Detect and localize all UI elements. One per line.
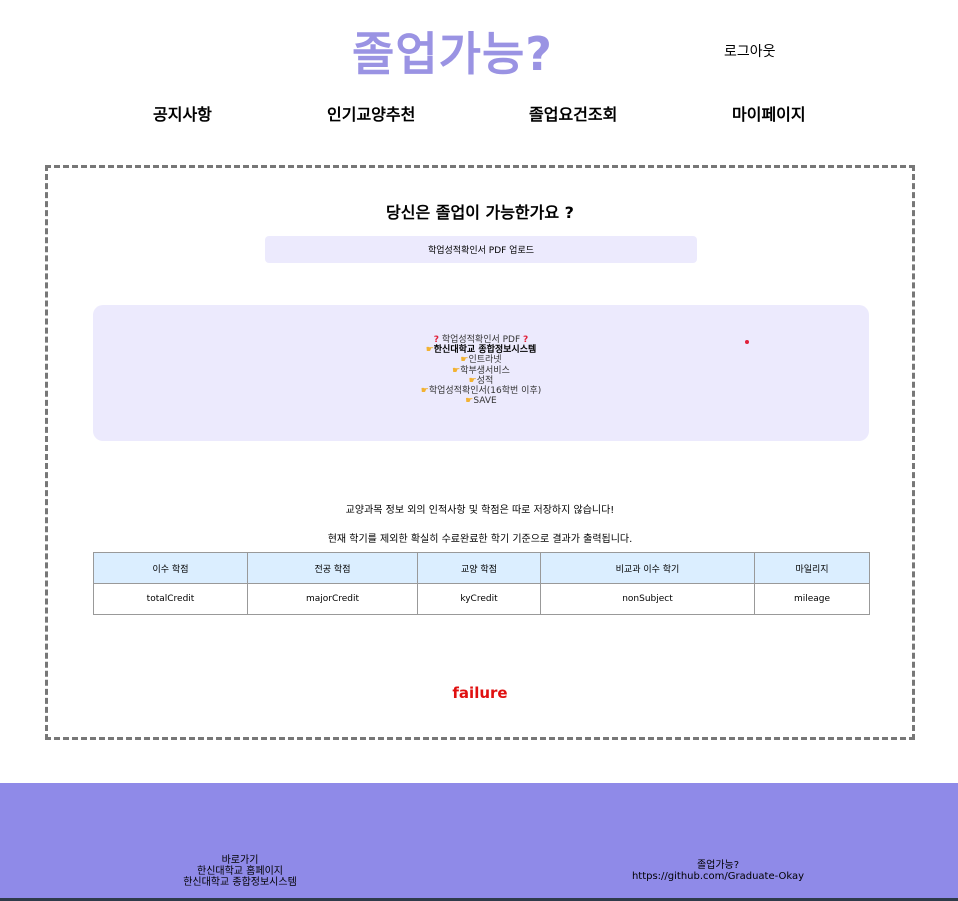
guide-step-label: SAVE	[473, 396, 497, 407]
guide-step: ☛학업성적확인서(16학번 이후)	[93, 386, 869, 396]
table-cell: mileage	[754, 583, 870, 615]
pointing-finger-icon: ☛	[425, 345, 434, 356]
table-cell: nonSubject	[540, 583, 755, 615]
guide-step-label: 학업성적확인서(16학번 이후)	[428, 386, 542, 397]
guide-step-label: 인트라넷	[468, 355, 502, 366]
guide-step: ☛한신대학교 종합정보시스템	[93, 345, 869, 355]
question-mark-icon: ?	[433, 335, 439, 345]
pointing-finger-icon: ☛	[420, 386, 429, 397]
guide-step: ☛학부생서비스	[93, 366, 869, 376]
nav-mypage[interactable]: 마이페이지	[732, 101, 806, 125]
nav-notice[interactable]: 공지사항	[153, 101, 212, 125]
footer-shortcuts: 바로가기 한신대학교 홈페이지 한신대학교 종합정보시스템	[160, 855, 320, 888]
guide-step: ☛성적	[93, 376, 869, 386]
nav-graduation-requirements[interactable]: 졸업요건조회	[529, 101, 617, 125]
guide-title: 학업성적확인서 PDF	[441, 335, 521, 345]
guide-step: ☛SAVE	[93, 396, 869, 406]
logout-link[interactable]: 로그아웃	[724, 41, 776, 61]
table-header-cell: 전공 학점	[247, 552, 418, 584]
main-panel: 당신은 졸업이 가능한가요 ? 학업성적확인서 PDF 업로드 ? 학업성적확인…	[45, 165, 915, 740]
pointing-finger-icon: ☛	[468, 375, 477, 386]
table-header-row: 이수 학점 전공 학점 교양 학점 비교과 이수 학기 마일리지	[93, 552, 870, 584]
result-status: failure	[452, 684, 508, 702]
site-logo[interactable]: 졸업가능?	[352, 18, 553, 84]
question-mark-icon: ?	[523, 335, 529, 345]
table-header-cell: 비교과 이수 학기	[540, 552, 755, 584]
upload-label: 학업성적확인서 PDF 업로드	[427, 246, 535, 256]
footer-project-name: 졸업가능?	[696, 860, 740, 871]
table-cell: kyCredit	[417, 583, 541, 615]
guide-step-label: 한신대학교 종합정보시스템	[433, 345, 537, 356]
guide-step: ☛인트라넷	[93, 355, 869, 365]
table-header-cell: 교양 학점	[417, 552, 541, 584]
footer-project-info: 졸업가능? https://github.com/Graduate-Okay	[618, 860, 818, 882]
page-question: 당신은 졸업이 가능한가요 ?	[386, 203, 574, 222]
guide-step-label: 학부생서비스	[460, 365, 510, 376]
pointing-finger-icon: ☛	[452, 365, 461, 376]
footer-github-link[interactable]: https://github.com/Graduate-Okay	[618, 871, 818, 882]
footer: 바로가기 한신대학교 홈페이지 한신대학교 종합정보시스템 졸업가능? http…	[0, 783, 958, 901]
table-header-cell: 마일리지	[754, 552, 870, 584]
table-cell: majorCredit	[247, 583, 418, 615]
table-row: totalCredit majorCredit kyCredit nonSubj…	[93, 583, 870, 615]
guide-panel: ? 학업성적확인서 PDF ? ☛한신대학교 종합정보시스템 ☛인트라넷 ☛학부…	[93, 305, 869, 441]
footer-link-info-system[interactable]: 한신대학교 종합정보시스템	[160, 877, 320, 888]
privacy-notice: 교양과목 정보 외의 인적사항 및 학점은 따로 저장하지 않습니다!	[345, 505, 615, 516]
pdf-upload-button[interactable]: 학업성적확인서 PDF 업로드	[265, 236, 697, 263]
guide-step-label: 성적	[476, 375, 494, 386]
footer-link-homepage[interactable]: 한신대학교 홈페이지	[160, 866, 320, 877]
table-cell: totalCredit	[93, 583, 248, 615]
footer-shortcut-heading: 바로가기	[221, 855, 259, 866]
credit-table: 이수 학점 전공 학점 교양 학점 비교과 이수 학기 마일리지 totalCr…	[93, 552, 870, 615]
semester-notice: 현재 학기를 제외한 확실히 수료완료한 학기 기준으로 결과가 출력됩니다.	[327, 534, 633, 545]
nav-popular-liberal-arts[interactable]: 인기교양추천	[327, 101, 415, 125]
guide-title-line: ? 학업성적확인서 PDF ?	[93, 335, 869, 345]
table-header-cell: 이수 학점	[93, 552, 248, 584]
